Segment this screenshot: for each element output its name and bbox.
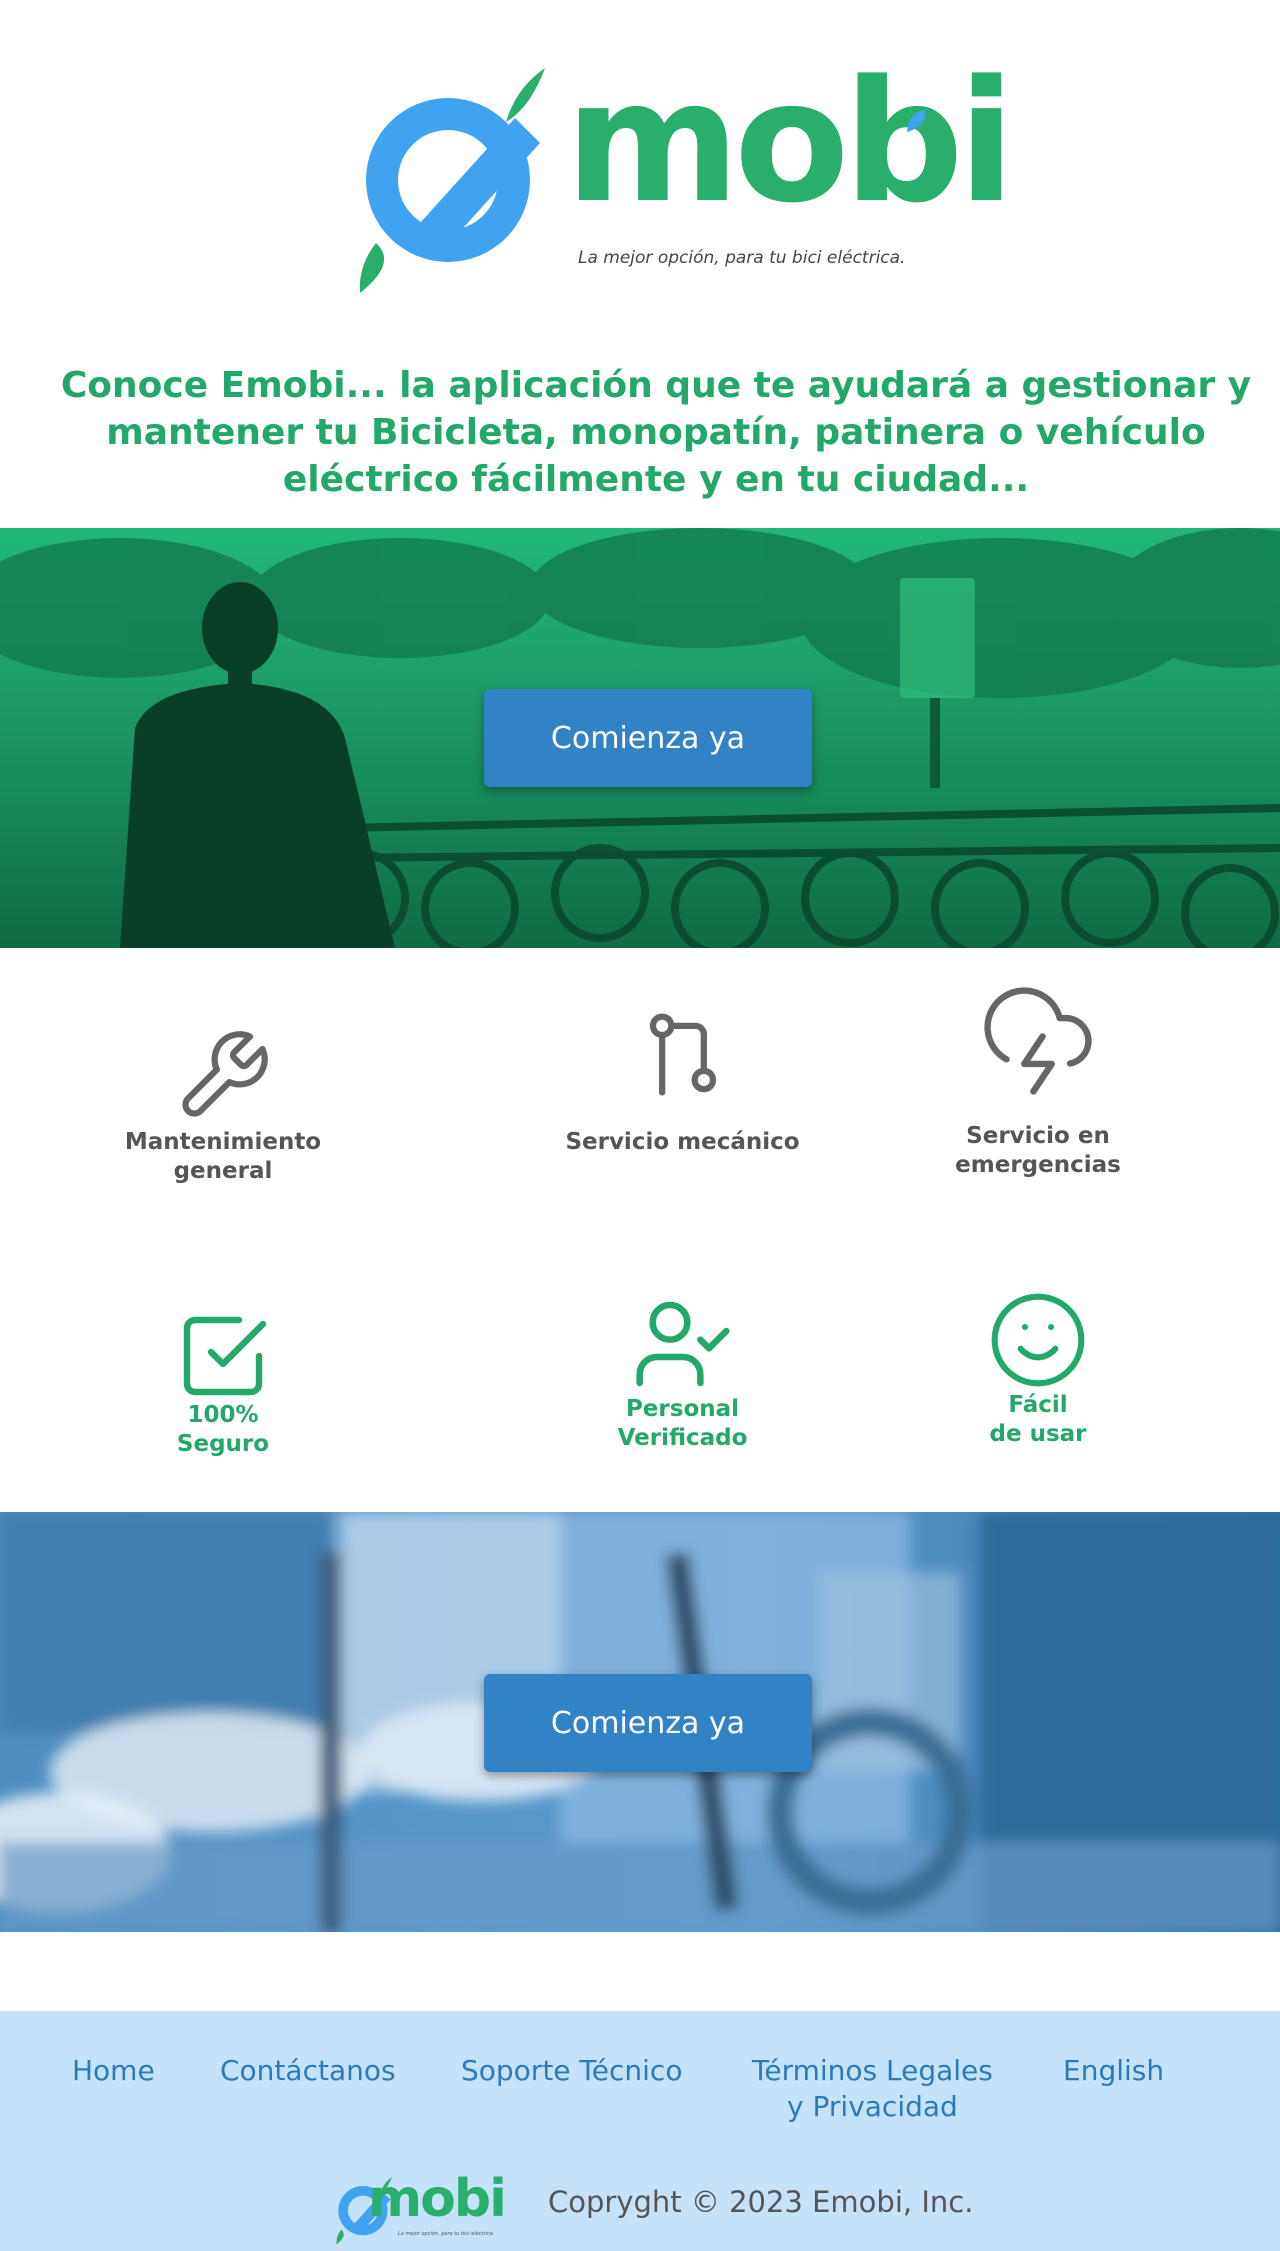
- service-maintenance: Mantenimiento general: [113, 1026, 333, 1186]
- footer: Home Contáctanos Soporte Técnico Término…: [0, 2011, 1280, 2251]
- header-logo[interactable]: mobi La mejor opción, para tu bici eléct…: [340, 48, 1015, 298]
- hero-banner-bottom: Comienza ya: [0, 1512, 1280, 1932]
- hero-banner-top: Comienza ya: [0, 528, 1280, 948]
- brand-tagline: La mejor opción, para tu bici eléctrica.: [578, 248, 906, 268]
- service-mechanic: Servicio mecánico: [560, 1005, 805, 1157]
- logo-dot-icon: [907, 110, 926, 132]
- intro-heading: Conoce Emobi... la aplicación que te ayu…: [60, 365, 1252, 500]
- footer-link-legal[interactable]: Términos Legales y Privacidad: [752, 2053, 993, 2125]
- benefit-label: Personal Verificado: [617, 1396, 748, 1451]
- benefit-easy: Fácil de usar: [963, 1288, 1113, 1449]
- cloud-lightning-icon: [984, 987, 1092, 1095]
- brand-wordmark: mobi: [368, 2169, 507, 2229]
- footer-link-contact[interactable]: Contáctanos: [220, 2053, 396, 2089]
- smile-icon: [991, 1293, 1085, 1387]
- benefit-verified: Personal Verificado: [600, 1292, 765, 1453]
- e-logo-icon: [359, 68, 545, 293]
- git-pull-icon: [649, 1013, 716, 1096]
- service-label: Servicio mecánico: [565, 1129, 800, 1155]
- footer-link-home[interactable]: Home: [72, 2053, 155, 2089]
- benefit-secure: 100% Seguro: [143, 1308, 303, 1459]
- brand-wordmark: mobi: [565, 44, 1015, 240]
- brand-tagline: La mejor opción, para tu bici eléctrica.: [398, 2231, 495, 2237]
- get-started-button-bottom[interactable]: Comienza ya: [484, 1674, 812, 1772]
- service-emergency: Servicio en emergencias: [938, 986, 1138, 1180]
- checkbox-icon: [183, 1316, 267, 1396]
- footer-link-support[interactable]: Soporte Técnico: [461, 2053, 682, 2089]
- user-check-icon: [635, 1301, 730, 1387]
- footer-logo[interactable]: mobi La mejor opción, para tu bici eléct…: [330, 2169, 507, 2246]
- wrench-icon: [182, 1031, 268, 1117]
- get-started-button-top[interactable]: Comienza ya: [484, 689, 812, 787]
- service-label: Mantenimiento general: [124, 1129, 322, 1184]
- footer-link-english[interactable]: English: [1063, 2053, 1164, 2089]
- benefit-label: Fácil de usar: [989, 1392, 1087, 1447]
- copyright-text: Copryght © 2023 Emobi, Inc.: [548, 2185, 974, 2219]
- service-label: Servicio en emergencias: [955, 1123, 1121, 1178]
- benefit-label: 100% Seguro: [176, 1402, 270, 1457]
